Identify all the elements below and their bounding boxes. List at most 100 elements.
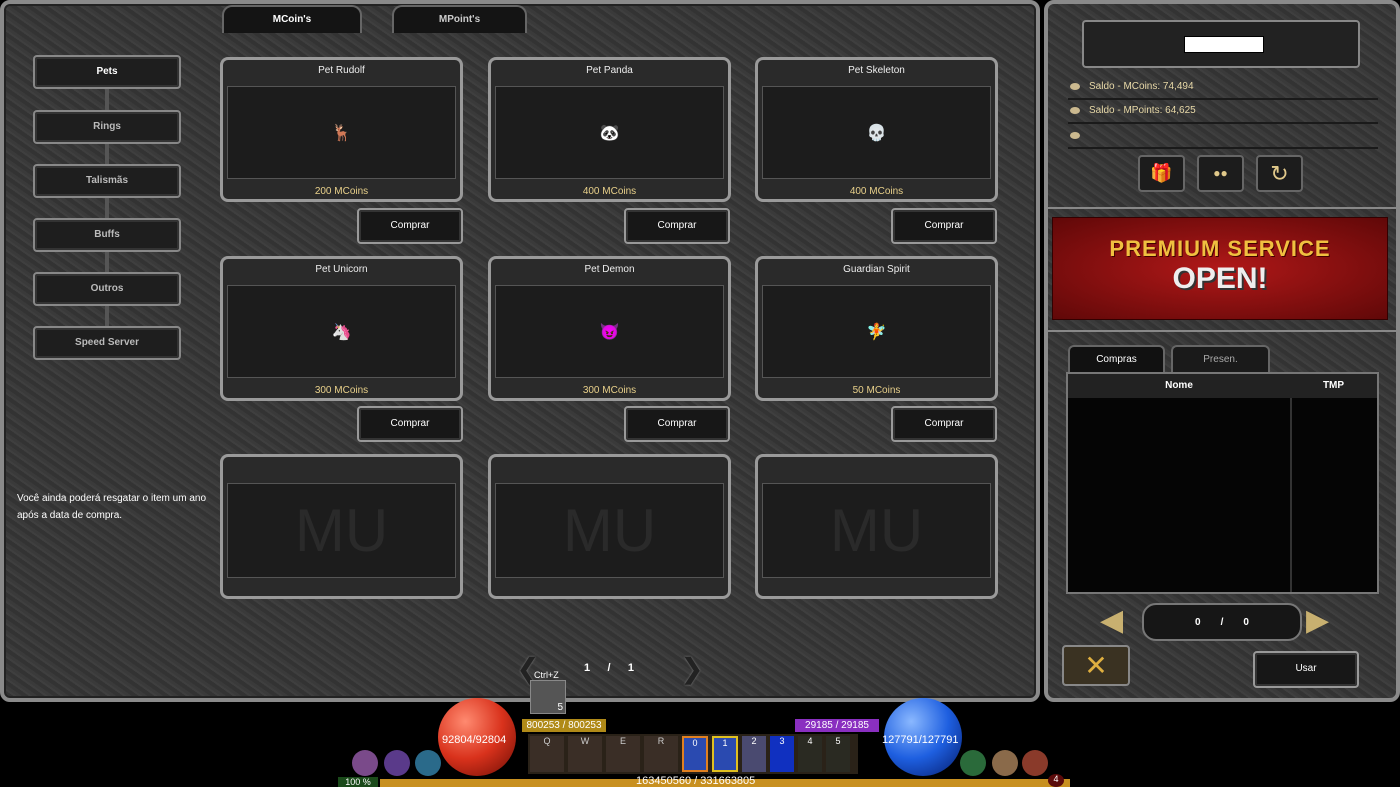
item-name: Pet Skeleton: [848, 65, 905, 76]
hotkey-slot-e[interactable]: E: [606, 736, 640, 772]
storage-prev-arrow-icon[interactable]: ◀: [1100, 606, 1123, 636]
buy-button[interactable]: Comprar: [357, 208, 463, 244]
tab-compras[interactable]: Compras: [1068, 345, 1165, 372]
mp-value: 127791/127791: [882, 734, 959, 746]
refresh-button[interactable]: ↻: [1256, 155, 1303, 192]
level-badge: 4: [1048, 774, 1064, 787]
skill-slot-3[interactable]: 3: [770, 736, 794, 772]
ctrlz-hint: Ctrl+Z: [534, 670, 559, 680]
purchases-table: Nome TMP: [1066, 372, 1379, 594]
item-name: Pet Demon: [584, 264, 635, 275]
category-speed-server[interactable]: Speed Server: [33, 326, 181, 360]
divider: [1048, 207, 1396, 209]
sd-bar: 29185 / 29185: [795, 719, 879, 732]
skill-slot-4[interactable]: 4: [798, 736, 822, 772]
item-card: Pet Skeleton 💀 400 MCoins: [755, 57, 998, 202]
empty-item-slot: MU: [755, 454, 998, 599]
saldo-empty: [1068, 125, 1378, 149]
page-separator: /: [607, 662, 611, 674]
skill-slot-1[interactable]: 1: [712, 736, 738, 772]
current-page: 1: [584, 662, 591, 674]
category-buffs[interactable]: Buffs: [33, 218, 181, 252]
use-button[interactable]: Usar: [1253, 651, 1359, 688]
refresh-icon: ↻: [1270, 161, 1289, 186]
item-card: Pet Panda 🐼 400 MCoins: [488, 57, 731, 202]
empty-item-slot: MU: [488, 454, 731, 599]
settings-icon[interactable]: [1022, 750, 1048, 776]
buy-button[interactable]: Comprar: [891, 208, 997, 244]
banner-line1: PREMIUM SERVICE: [1109, 236, 1331, 261]
menu-orb-icon[interactable]: [352, 750, 378, 776]
table-header: Nome TMP: [1068, 374, 1377, 398]
tab-mpoints[interactable]: MPoint's: [392, 5, 527, 33]
buy-button[interactable]: Comprar: [891, 406, 997, 442]
buy-button[interactable]: Comprar: [624, 208, 730, 244]
item-card: Pet Unicorn 🦄 300 MCoins: [220, 256, 463, 401]
item-card: Guardian Spirit 🧚 50 MCoins: [755, 256, 998, 401]
premium-banner[interactable]: PREMIUM SERVICE OPEN!: [1052, 217, 1388, 320]
next-page-arrow-icon[interactable]: ❯: [674, 655, 710, 685]
storage-total-pages: 0: [1243, 616, 1249, 628]
character-name-field: [1184, 36, 1264, 53]
column-nome: Nome: [1165, 380, 1193, 391]
item-price: 400 MCoins: [849, 186, 904, 197]
category-talismas[interactable]: Talismãs: [33, 164, 181, 198]
menu-orb-icon[interactable]: [384, 750, 410, 776]
item-card: Pet Rudolf 🦌 200 MCoins: [220, 57, 463, 202]
skill-slot-2[interactable]: 2: [742, 736, 766, 772]
pet-slot[interactable]: 5: [530, 680, 566, 714]
page-indicator: 1 / 1: [584, 662, 634, 674]
mu-logo: MU: [294, 497, 389, 564]
divider: [1048, 330, 1396, 332]
mu-logo: MU: [829, 497, 924, 564]
item-card: Pet Demon 😈 300 MCoins: [488, 256, 731, 401]
gift-button[interactable]: 🎁: [1138, 155, 1185, 192]
total-pages: 1: [627, 662, 634, 674]
close-button[interactable]: ✕: [1062, 645, 1130, 686]
item-price: 300 MCoins: [314, 385, 369, 396]
ag-bar: 800253 / 800253: [522, 719, 606, 732]
map-icon[interactable]: [960, 750, 986, 776]
exp-percent: 100 %: [338, 777, 378, 787]
pet-demon-icon: 😈: [599, 323, 620, 341]
pet-count: 5: [557, 702, 563, 713]
column-tmp: TMP: [1322, 380, 1345, 391]
hotkey-slot-r[interactable]: R: [644, 736, 678, 772]
storage-page-separator: /: [1220, 616, 1224, 628]
bullet-icon: [1070, 132, 1080, 139]
item-price: 300 MCoins: [582, 385, 637, 396]
tab-mcoins[interactable]: MCoin's: [222, 5, 362, 33]
item-name: Pet Rudolf: [318, 65, 365, 76]
tab-presentes[interactable]: Presen.: [1171, 345, 1270, 372]
menu-orb-icon[interactable]: [415, 750, 441, 776]
item-price: 400 MCoins: [582, 186, 637, 197]
storage-next-arrow-icon[interactable]: ▶: [1306, 606, 1329, 636]
character-icon[interactable]: [992, 750, 1018, 776]
item-name: Pet Unicorn: [315, 264, 368, 275]
saldo-mpoints: Saldo - MPoints: 64,625: [1068, 100, 1378, 124]
empty-item-slot: MU: [220, 454, 463, 599]
character-name-box: [1082, 20, 1360, 68]
pet-unicorn-icon: 🦄: [331, 323, 352, 341]
item-price: 200 MCoins: [314, 186, 369, 197]
guardian-spirit-icon: 🧚: [866, 323, 887, 341]
buy-button[interactable]: Comprar: [624, 406, 730, 442]
pet-panda-icon: 🐼: [599, 124, 620, 142]
skill-slot-5[interactable]: 5: [826, 736, 850, 772]
category-rings[interactable]: Rings: [33, 110, 181, 144]
category-pets[interactable]: Pets: [33, 55, 181, 89]
buy-button[interactable]: Comprar: [357, 406, 463, 442]
banner-line2: OPEN!: [1172, 262, 1268, 295]
bullet-icon: [1070, 83, 1080, 90]
exp-value: 163450560 / 331663805: [636, 775, 756, 787]
coins-icon: ●●: [1213, 166, 1228, 180]
saldo-mpoints-text: Saldo - MPoints: 64,625: [1089, 105, 1196, 116]
hotkey-slot-q[interactable]: Q: [530, 736, 564, 772]
category-outros[interactable]: Outros: [33, 272, 181, 306]
skill-slot-0[interactable]: 0: [682, 736, 708, 772]
mu-logo: MU: [562, 497, 657, 564]
close-icon: ✕: [1084, 650, 1108, 681]
column-divider: [1290, 398, 1292, 592]
hotkey-slot-w[interactable]: W: [568, 736, 602, 772]
coins-button[interactable]: ●●: [1197, 155, 1244, 192]
